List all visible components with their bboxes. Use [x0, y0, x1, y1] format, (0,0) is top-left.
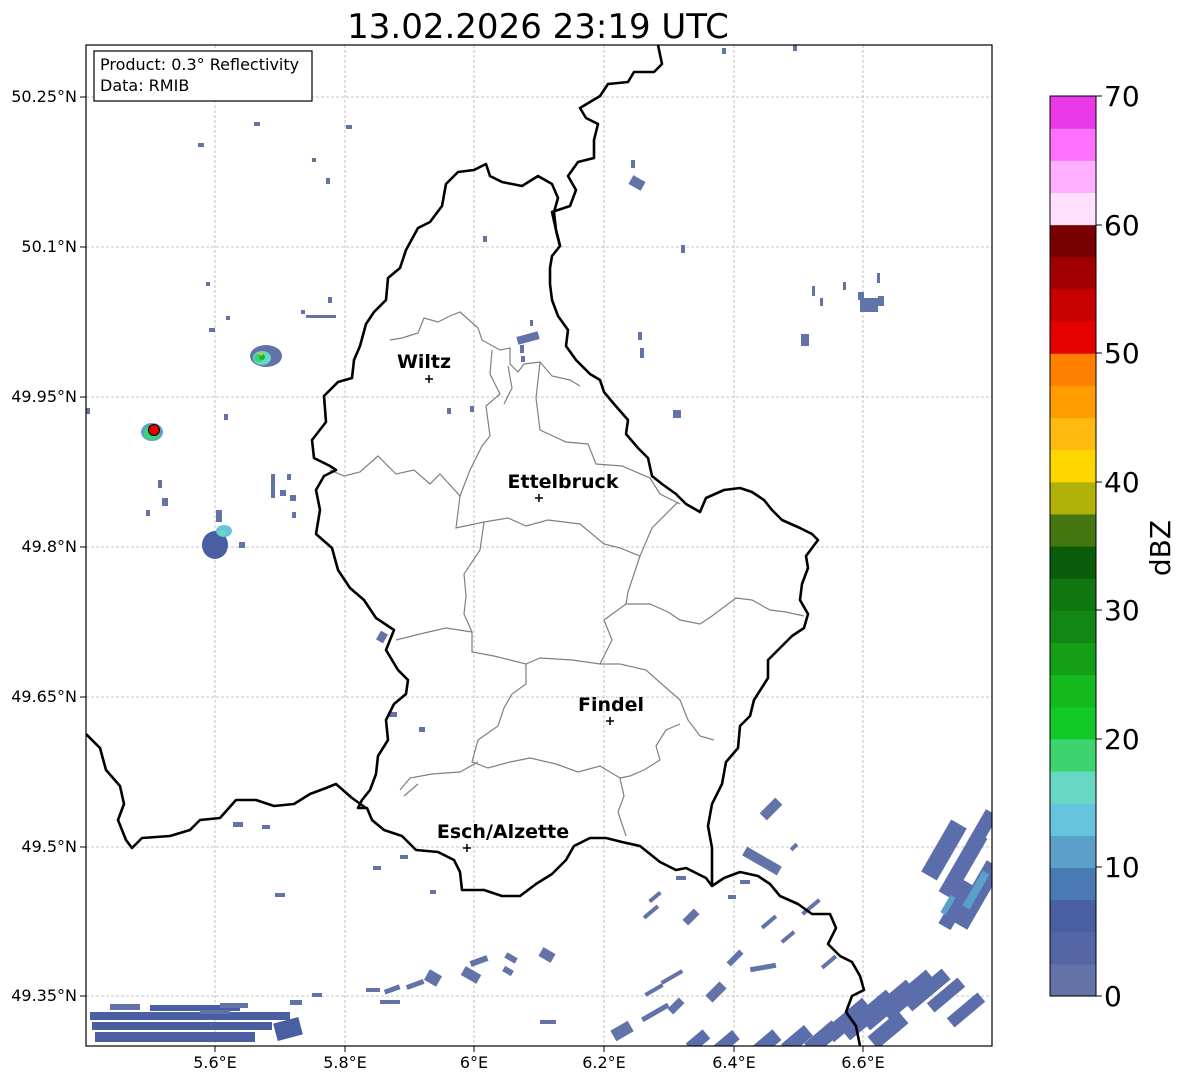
colorbar-segment	[1050, 546, 1096, 579]
colorbar-segment	[1050, 963, 1096, 997]
city-label-ettelbruck: Ettelbruck	[508, 471, 619, 493]
colorbar-segment	[1050, 160, 1096, 194]
colorbar-segment	[1050, 835, 1096, 869]
y-tick-label: 50.1°N	[21, 237, 77, 256]
colorbar-tick-label: 10	[1104, 851, 1140, 884]
radar-map: 13.02.2026 23:19 UTC Wiltz Ettelbruck Fi…	[0, 0, 1184, 1081]
map-title: 13.02.2026 23:19 UTC	[347, 7, 729, 47]
colorbar-segment	[1050, 128, 1096, 161]
colorbar-segment	[1050, 192, 1096, 226]
info-product: Product: 0.3° Reflectivity	[100, 55, 299, 74]
y-tick-label: 49.8°N	[21, 537, 77, 556]
x-tick-label: 5.8°E	[323, 1053, 367, 1072]
colorbar: 0 10 20 30 40 50 60 70 dBZ	[1049, 80, 1177, 1013]
y-tick-label: 49.35°N	[11, 986, 77, 1005]
city-label-wiltz: Wiltz	[397, 351, 451, 373]
city-label-esch-alzette: Esch/Alzette	[437, 821, 569, 843]
colorbar-tick-label: 40	[1104, 466, 1140, 499]
colorbar-segment	[1050, 417, 1096, 451]
colorbar-segment	[1050, 385, 1096, 419]
x-tick-label: 6°E	[460, 1053, 488, 1072]
y-tick-label: 49.65°N	[11, 687, 77, 706]
colorbar-segment	[1050, 353, 1096, 386]
colorbar-segment	[1050, 931, 1096, 965]
colorbar-segment	[1050, 899, 1096, 933]
colorbar-segment	[1050, 96, 1096, 129]
colorbar-segment	[1050, 771, 1096, 804]
y-tick-label: 49.95°N	[11, 387, 77, 406]
colorbar-segment	[1050, 449, 1096, 483]
colorbar-segment	[1050, 642, 1096, 676]
colorbar-segment	[1050, 256, 1096, 290]
city-label-findel: Findel	[578, 694, 644, 716]
colorbar-segment	[1050, 706, 1096, 740]
colorbar-segment	[1050, 674, 1096, 708]
colorbar-segment	[1050, 578, 1096, 611]
x-tick-label: 6.6°E	[841, 1053, 885, 1072]
colorbar-segment	[1050, 481, 1096, 515]
colorbar-tick-label: 60	[1104, 209, 1140, 242]
colorbar-segment	[1050, 288, 1096, 322]
x-axis-labels: 5.6°E 5.8°E 6°E 6.2°E 6.4°E 6.6°E	[193, 1046, 885, 1072]
x-tick-label: 5.6°E	[193, 1053, 237, 1072]
y-tick-label: 49.5°N	[21, 837, 77, 856]
colorbar-segment	[1050, 513, 1096, 547]
colorbar-tick-label: 50	[1104, 337, 1140, 370]
info-box: Product: 0.3° Reflectivity Data: RMIB	[93, 50, 313, 102]
colorbar-label: dBZ	[1144, 520, 1177, 576]
colorbar-tick-label: 30	[1104, 594, 1140, 627]
x-tick-label: 6.4°E	[712, 1053, 756, 1072]
y-axis-labels: 50.25°N 50.1°N 49.95°N 49.8°N 49.65°N 49…	[11, 87, 86, 1005]
colorbar-segment	[1050, 738, 1096, 772]
x-tick-label: 6.2°E	[582, 1053, 626, 1072]
colorbar-segment	[1050, 224, 1096, 258]
colorbar-tick-label: 70	[1104, 80, 1140, 113]
colorbar-segment	[1050, 610, 1096, 644]
colorbar-tick-label: 0	[1104, 980, 1122, 1013]
colorbar-segment	[1050, 867, 1096, 901]
colorbar-segment	[1050, 803, 1096, 836]
colorbar-segment	[1050, 321, 1096, 354]
y-tick-label: 50.25°N	[11, 87, 77, 106]
colorbar-tick-label: 20	[1104, 723, 1140, 756]
info-data-source: Data: RMIB	[100, 76, 189, 95]
